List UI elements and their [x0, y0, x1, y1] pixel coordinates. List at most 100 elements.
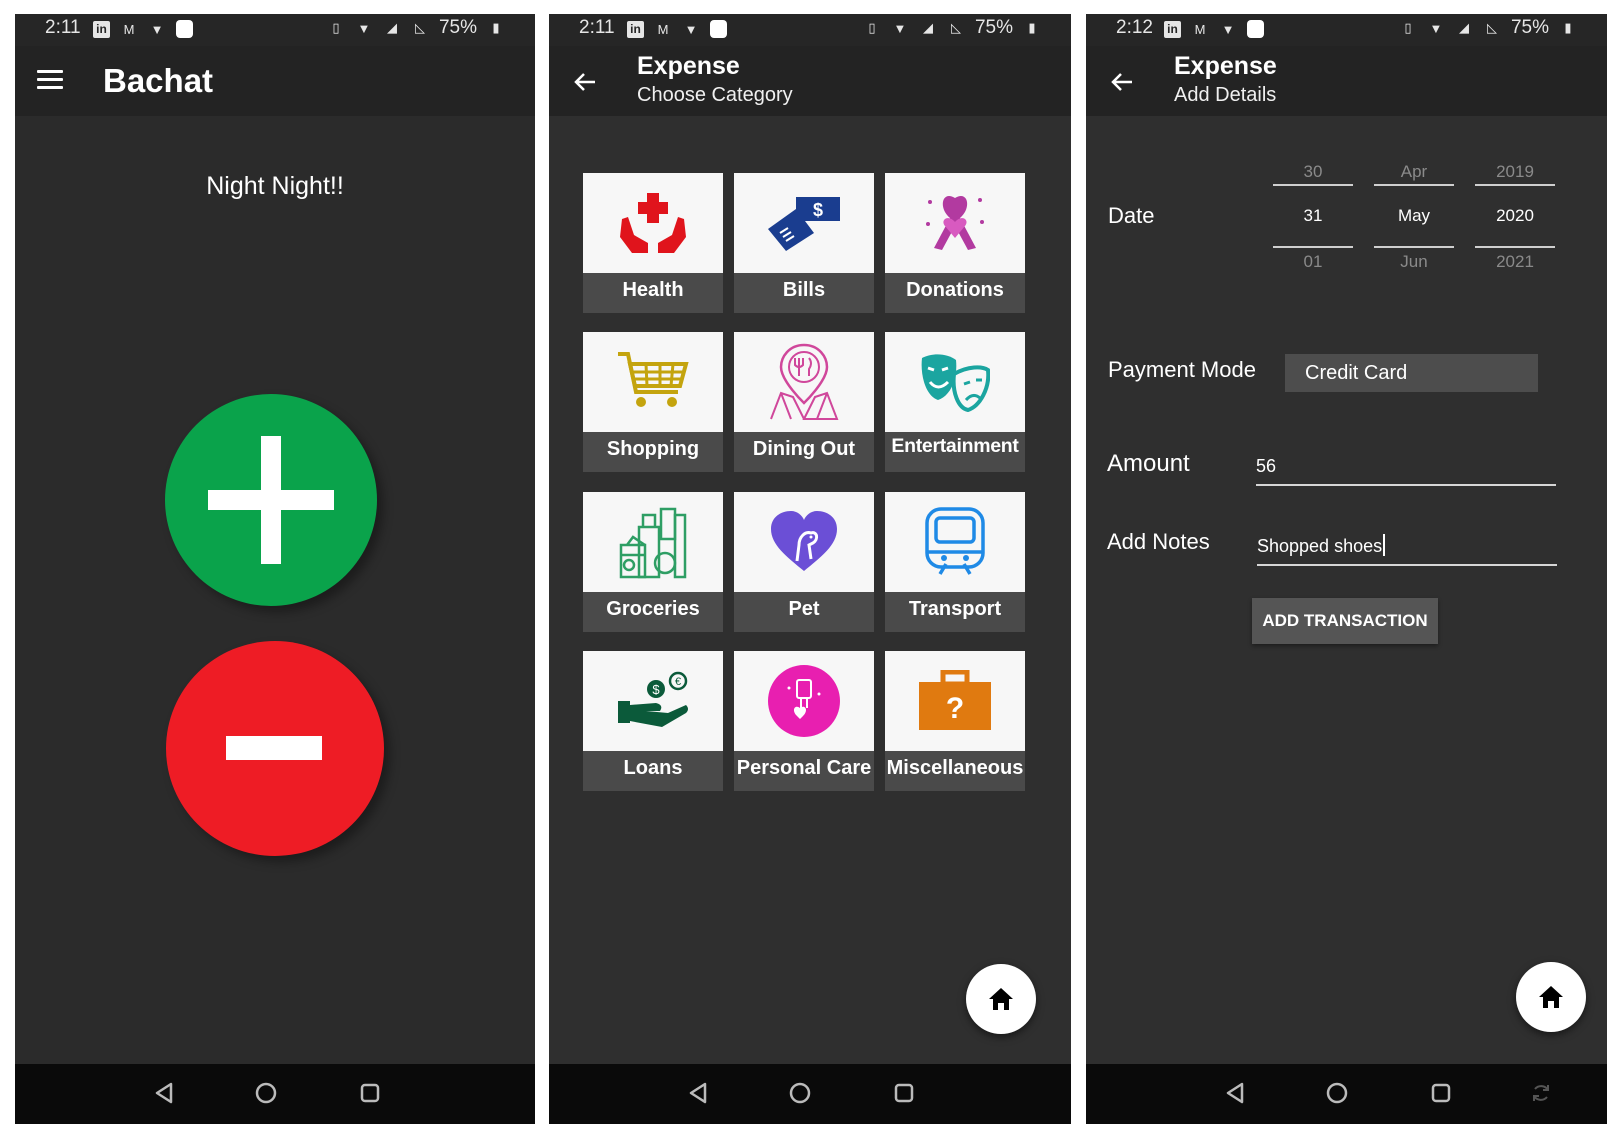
- category-tile-donations[interactable]: Donations: [885, 173, 1025, 313]
- nav-recents-icon[interactable]: [1426, 1078, 1456, 1108]
- add-income-button[interactable]: [165, 394, 377, 606]
- vibrate-icon: ▯: [332, 20, 340, 35]
- category-tile-groceries[interactable]: Groceries: [583, 492, 723, 632]
- nav-recents-icon[interactable]: [889, 1078, 919, 1108]
- year-picker[interactable]: 2019 2020 2021: [1475, 162, 1555, 272]
- back-arrow-icon[interactable]: [1108, 68, 1136, 96]
- wifi-icon: ▼: [1429, 20, 1443, 36]
- minus-icon: [226, 736, 322, 760]
- wifi-icon: ▼: [357, 20, 371, 36]
- add-expense-button[interactable]: [166, 641, 384, 856]
- groceries-icon: [619, 507, 687, 579]
- notification-icon: [710, 20, 727, 38]
- category-label: Pet: [788, 598, 820, 620]
- no-signal-icon: ◺: [414, 20, 425, 35]
- bills-icon: $: [768, 197, 840, 251]
- category-tile-dining-out[interactable]: Dining Out: [734, 332, 874, 472]
- linkedin-icon: in: [1164, 20, 1181, 38]
- category-tile-bills[interactable]: $ Bills: [734, 173, 874, 313]
- category-tile-entertainment[interactable]: Entertainment: [885, 332, 1025, 472]
- day-current: 31: [1303, 206, 1323, 225]
- battery-icon: ▮: [1564, 20, 1572, 35]
- nav-back-icon[interactable]: [1220, 1078, 1250, 1108]
- notes-field[interactable]: Shopped shoes: [1257, 534, 1557, 566]
- nav-home-icon[interactable]: [1322, 1078, 1352, 1108]
- home-screen: 2:11 in M ▼ ▯ ▼ ◢ ◺ 75% ▮ Bachat Night N…: [15, 14, 535, 1124]
- gmail-icon: M: [1194, 21, 1206, 37]
- month-picker[interactable]: Apr May Jun: [1374, 162, 1454, 272]
- year-next[interactable]: 2021: [1475, 252, 1555, 272]
- home-fab[interactable]: [966, 964, 1036, 1034]
- loans-icon: $ €: [618, 671, 688, 727]
- date-label: Date: [1108, 203, 1155, 228]
- category-label: Donations: [906, 279, 1004, 301]
- app-title: Bachat: [103, 62, 214, 99]
- no-signal-icon: ◺: [950, 20, 961, 35]
- category-label: Entertainment: [891, 435, 1019, 457]
- linkedin-icon: in: [93, 20, 110, 38]
- status-time: 2:11: [45, 17, 81, 38]
- month-next[interactable]: Jun: [1374, 252, 1454, 272]
- screen-subtitle: Add Details: [1174, 84, 1277, 106]
- vibrate-icon: ▯: [1404, 20, 1412, 35]
- nav-back-icon[interactable]: [149, 1078, 179, 1108]
- gmail-icon: M: [657, 21, 669, 37]
- notification-icon: [176, 20, 193, 38]
- payment-mode-select[interactable]: Credit Card: [1285, 354, 1538, 392]
- category-label: Loans: [623, 757, 683, 779]
- dining-out-icon: [770, 343, 839, 420]
- amount-field[interactable]: 56: [1256, 456, 1556, 486]
- category-tile-personal-care[interactable]: Personal Care: [734, 651, 874, 791]
- month-prev[interactable]: Apr: [1374, 162, 1454, 182]
- category-tile-transport[interactable]: Transport: [885, 492, 1025, 632]
- category-tile-miscellaneous[interactable]: ? Miscellaneous: [885, 651, 1025, 791]
- amount-value: 56: [1256, 456, 1277, 476]
- category-label: Dining Out: [752, 438, 856, 460]
- day-next[interactable]: 01: [1273, 252, 1353, 272]
- svg-text:€: €: [675, 676, 681, 688]
- vibrate-icon: ▯: [868, 20, 876, 35]
- donations-icon: [926, 196, 984, 250]
- nav-home-icon[interactable]: [785, 1078, 815, 1108]
- navigation-bar: [15, 1064, 535, 1124]
- notification-icon: [1247, 20, 1264, 38]
- year-prev[interactable]: 2019: [1475, 162, 1555, 182]
- category-label: Groceries: [606, 598, 700, 620]
- battery-icon: ▮: [492, 20, 500, 35]
- add-details-screen: 2:12 in M ▼ ▯ ▼ ◢ ◺ 75% ▮ Expense Add De…: [1086, 14, 1607, 1124]
- add-transaction-button[interactable]: ADD TRANSACTION: [1252, 598, 1438, 644]
- screen-title: Expense: [637, 52, 740, 80]
- category-tile-shopping[interactable]: Shopping: [583, 332, 723, 472]
- category-tile-pet[interactable]: Pet: [734, 492, 874, 632]
- signal-icon: ◢: [1458, 20, 1469, 35]
- app-bar: Expense Add Details: [1086, 46, 1607, 116]
- navigation-bar: [549, 1064, 1071, 1124]
- svg-text:$: $: [813, 200, 823, 220]
- rotate-icon[interactable]: [1526, 1078, 1556, 1108]
- status-bar: 2:11 in M ▼ ▯ ▼ ◢ ◺ 75% ▮: [15, 14, 535, 46]
- nav-recents-icon[interactable]: [355, 1078, 385, 1108]
- home-fab[interactable]: [1516, 962, 1586, 1032]
- back-arrow-icon[interactable]: [571, 68, 599, 96]
- linkedin-icon: in: [627, 20, 644, 38]
- trophy-icon: ▼: [684, 21, 698, 37]
- day-prev[interactable]: 30: [1273, 162, 1353, 182]
- nav-home-icon[interactable]: [251, 1078, 281, 1108]
- nav-back-icon[interactable]: [683, 1078, 713, 1108]
- notes-label: Add Notes: [1107, 529, 1210, 554]
- menu-icon[interactable]: [37, 70, 63, 90]
- category-tile-health[interactable]: Health: [583, 173, 723, 313]
- home-icon: [989, 988, 1013, 1010]
- category-label: Miscellaneous: [886, 757, 1024, 779]
- day-picker[interactable]: 30 31 01: [1273, 162, 1353, 272]
- year-current: 2020: [1496, 206, 1534, 225]
- notes-value: Shopped shoes: [1257, 536, 1383, 556]
- home-icon: [1539, 986, 1563, 1008]
- category-tile-loans[interactable]: $ € Loans: [583, 651, 723, 791]
- battery-percent: 75%: [974, 17, 1013, 38]
- category-label: Personal Care: [736, 757, 872, 779]
- shopping-cart-icon: [618, 352, 689, 407]
- svg-text:$: $: [652, 682, 660, 697]
- trophy-icon: ▼: [150, 21, 164, 37]
- status-bar: 2:12 in M ▼ ▯ ▼ ◢ ◺ 75% ▮: [1086, 14, 1607, 46]
